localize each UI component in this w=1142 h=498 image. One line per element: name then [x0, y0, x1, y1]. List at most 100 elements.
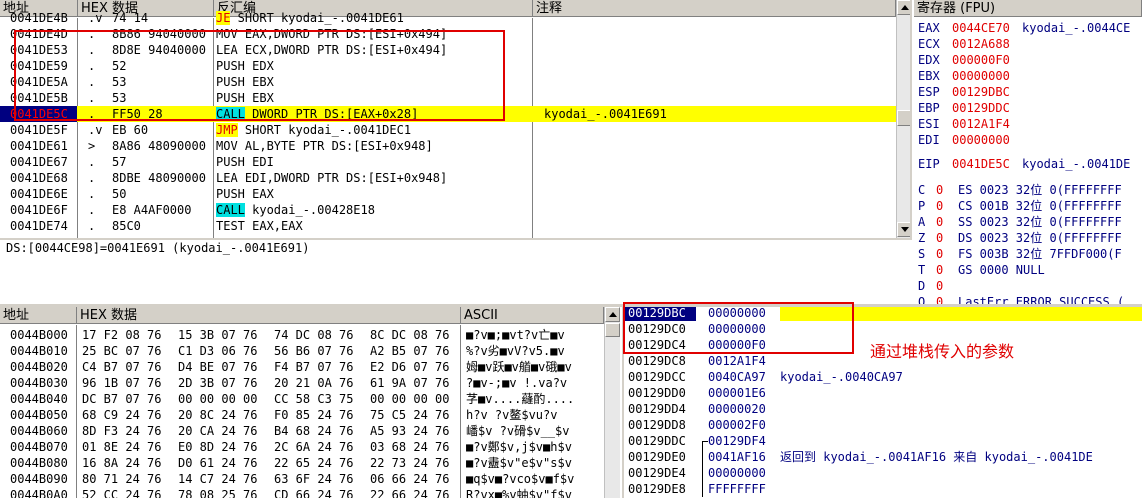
stack-value[interactable]: 00129DF4 — [708, 433, 780, 449]
stack-value[interactable]: 000002F0 — [708, 417, 780, 433]
stack-row[interactable]: 00129DD4 00000020 — [624, 401, 1142, 417]
flag-row[interactable]: S 0 FS 003B 32位 7FFDF000(F — [914, 246, 1142, 262]
stack-value[interactable]: 000001E6 — [708, 385, 780, 401]
stack-value[interactable]: 0041AF16 — [708, 449, 780, 465]
register-row[interactable]: EDI 00000000 — [914, 132, 1142, 148]
disasm-row[interactable]: 0041DE67. 57 PUSH EDI — [0, 154, 896, 170]
scroll-down-button[interactable] — [897, 222, 910, 237]
stack-value[interactable]: 0040CA97 — [708, 369, 780, 385]
register-value[interactable]: 000000F0 — [952, 52, 1022, 68]
stack-row[interactable]: 00129DD8 000002F0 — [624, 417, 1142, 433]
stack-value[interactable]: 00000000 — [708, 465, 780, 481]
flag-row[interactable]: C 0 ES 0023 32位 0(FFFFFFFF — [914, 182, 1142, 198]
disasm-hex-bytes: 8A86 48090000 — [112, 139, 206, 153]
disasm-row[interactable]: 0041DE6F. E8 A4AF0000 CALL kyodai_-.00428E… — [0, 202, 896, 218]
segment-info: FS 003B 32位 7FFDF000(F — [958, 247, 1122, 261]
disasm-comment — [544, 122, 894, 138]
disasm-row[interactable]: 0041DE5F .v EB 60 JMP SHORT kyodai_-.0041DE… — [0, 122, 896, 138]
disasm-instruction: TEST EAX,EAX — [216, 219, 303, 233]
flag-value[interactable]: 0 — [936, 262, 950, 278]
scroll-up-button[interactable] — [897, 0, 910, 15]
dump-row[interactable]: 0044B000 17 F2 08 76 15 3B 07 76 74 DC 08 7… — [0, 327, 604, 343]
dump-address: 0044B090 — [10, 472, 68, 486]
flag-value[interactable]: 0 — [936, 294, 950, 304]
register-value[interactable]: 0012A688 — [952, 36, 1022, 52]
register-row[interactable]: EDX 000000F0 — [914, 52, 1142, 68]
dump-row[interactable]: 0044B0A0 52 CC 24 76 78 08 25 76 CD 66 24 7… — [0, 487, 604, 498]
disasm-row[interactable]: 0041DE68. 8DBE 48090000 LEA EDI,DWORD PTR … — [0, 170, 896, 186]
flag-row[interactable]: T 0 GS 0000 NULL — [914, 262, 1142, 278]
register-value[interactable]: 0044CE70 — [952, 20, 1022, 36]
register-note: kyodai_-.0044CE — [1022, 21, 1131, 35]
dump-row[interactable]: 0044B010 25 BC 07 76 C1 D3 06 76 56 B6 07 7… — [0, 343, 604, 359]
flag-value[interactable]: 0 — [936, 278, 950, 294]
disasm-hex-bytes: E8 A4AF0000 — [112, 203, 192, 217]
dump-col-header-ascii[interactable]: ASCII — [461, 307, 604, 324]
dump-pane[interactable]: 地址 HEX 数据 ASCII 0044B000 17 F2 08 76 15 3B… — [0, 307, 620, 498]
dump-hex-group: 25 BC 07 76 — [82, 344, 162, 358]
register-value[interactable]: 00129DBC — [952, 84, 1022, 100]
stack-value[interactable]: 0012A1F4 — [708, 353, 780, 369]
flag-row[interactable]: D0 — [914, 278, 1142, 294]
register-value[interactable]: 00000000 — [952, 132, 1022, 148]
stack-row[interactable]: 00129DD0 000001E6 — [624, 385, 1142, 401]
register-row[interactable]: ESP 00129DBC — [914, 84, 1142, 100]
dump-row[interactable]: 0044B020 C4 B7 07 76 D4 BE 07 76 F4 B7 07 7… — [0, 359, 604, 375]
dump-col-header-hex[interactable]: HEX 数据 — [77, 307, 461, 324]
dump-row[interactable]: 0044B030 96 1B 07 76 2D 3B 07 76 20 21 0A 7… — [0, 375, 604, 391]
dump-row[interactable]: 0044B090 80 71 24 76 14 C7 24 76 63 6F 24 7… — [0, 471, 604, 487]
registers-header[interactable]: 寄存器 (FPU) — [914, 0, 1142, 17]
stack-value[interactable]: FFFFFFFF — [708, 481, 780, 497]
dump-row[interactable]: 0044B050 68 C9 24 76 20 8C 24 76 F0 85 24 7… — [0, 407, 604, 423]
dump-scroll-up-button[interactable] — [605, 307, 620, 322]
registers-pane[interactable]: 寄存器 (FPU) EAX 0044CE70 kyodai_-.0044CE ECX 0… — [914, 0, 1142, 304]
register-row[interactable]: ECX 0012A688 — [914, 36, 1142, 52]
stack-row[interactable]: 00129DE4 00000000 — [624, 465, 1142, 481]
disasm-row[interactable]: 0041DE74. 85C0 TEST EAX,EAX — [0, 218, 896, 234]
disasm-row[interactable]: 0041DE4B .v 74 14 JE SHORT kyodai_-.0041DE6… — [0, 10, 896, 26]
register-row-eip[interactable]: EIP 0041DE5C kyodai_-.0041DE — [914, 156, 1142, 172]
disasm-row[interactable]: 0041DE61 >8A86 48090000 MOV AL,BYTE PTR DS… — [0, 138, 896, 154]
flag-row[interactable]: A 0 SS 0023 32位 0(FFFFFFFF — [914, 214, 1142, 230]
register-value[interactable]: 00129DDC — [952, 100, 1022, 116]
dump-row[interactable]: 0044B040 DC B7 07 76 00 00 00 00 CC 58 C3 7… — [0, 391, 604, 407]
dump-address: 0044B030 — [10, 376, 68, 390]
flag-value[interactable]: 0 — [936, 214, 950, 230]
dump-ascii: ■?v衋$v"e$v"s$v — [466, 456, 572, 470]
dump-scroll-thumb[interactable] — [605, 323, 620, 337]
flag-value[interactable]: 0 — [936, 230, 950, 246]
register-row[interactable]: EBX 00000000 — [914, 68, 1142, 84]
disasm-address: 0041DE6F — [10, 203, 68, 217]
disasm-comment — [544, 202, 894, 218]
stack-row[interactable]: 00129DE8 FFFFFFFF — [624, 481, 1142, 497]
flag-value[interactable]: 0 — [936, 198, 950, 214]
register-row[interactable]: EBP 00129DDC — [914, 100, 1142, 116]
scroll-thumb[interactable] — [897, 110, 910, 126]
flag-value[interactable]: 0 — [936, 246, 950, 262]
dump-hex-group: 00 00 00 00 — [178, 392, 258, 406]
flag-value[interactable]: 0 — [936, 182, 950, 198]
disassembly-scrollbar[interactable] — [896, 0, 910, 238]
disasm-jump-marker: . — [88, 187, 96, 201]
disasm-row[interactable]: 0041DE6E. 50 PUSH EAX — [0, 186, 896, 202]
flag-row[interactable]: O 0 LastErr ERROR_SUCCESS ( — [914, 294, 1142, 304]
register-row[interactable]: EAX 0044CE70 kyodai_-.0044CE — [914, 20, 1142, 36]
stack-row[interactable]: 00129DE0 0041AF16 返回到 kyodai_-.0041AF16 来自… — [624, 449, 1142, 465]
stack-row[interactable]: 00129DCC 0040CA97 kyodai_-.0040CA97 — [624, 369, 1142, 385]
dump-row[interactable]: 0044B060 8D F3 24 76 20 CA 24 76 B4 68 24 7… — [0, 423, 604, 439]
dump-col-header-addr[interactable]: 地址 — [0, 307, 77, 324]
dump-hex-group: 16 8A 24 76 — [82, 456, 162, 470]
register-row[interactable]: ESI 0012A1F4 — [914, 116, 1142, 132]
flag-row[interactable]: Z 0 DS 0023 32位 0(FFFFFFFF — [914, 230, 1142, 246]
dump-row[interactable]: 0044B070 01 8E 24 76 E0 8D 24 76 2C 6A 24 7… — [0, 439, 604, 455]
dump-row[interactable]: 0044B080 16 8A 24 76 D0 61 24 76 22 65 24 7… — [0, 455, 604, 471]
dump-ascii: ■q$v■?vco$v■f$v — [466, 472, 575, 486]
register-value[interactable]: 0041DE5C — [952, 156, 1022, 172]
flag-row[interactable]: P 0 CS 001B 32位 0(FFFFFFFF — [914, 198, 1142, 214]
dump-scrollbar[interactable] — [604, 307, 620, 498]
register-value[interactable]: 0012A1F4 — [952, 116, 1022, 132]
stack-value[interactable]: 00000020 — [708, 401, 780, 417]
register-value[interactable]: 00000000 — [952, 68, 1022, 84]
stack-address: 00129DC8 — [628, 354, 686, 368]
stack-row[interactable]: 00129DDC 00129DF4 — [624, 433, 1142, 449]
